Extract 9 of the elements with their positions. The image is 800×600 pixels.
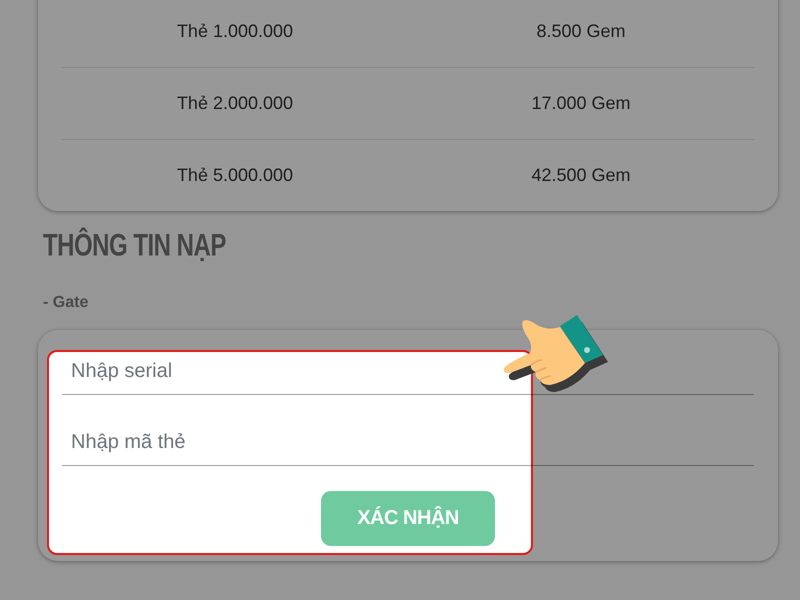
table-cell: 8.500 Gem	[536, 20, 626, 42]
input-field[interactable]: Nhập mã thẻ	[62, 420, 754, 466]
table-cell: 17.000 Gem	[531, 93, 631, 114]
table-cell: 42.500 Gem	[531, 165, 631, 186]
table-cell: Thẻ 2.000.000	[176, 93, 294, 114]
gate-label: - Gate	[43, 294, 88, 311]
table-cell: Thẻ 5.000.000	[176, 165, 294, 186]
submit-button[interactable]: XÁC NHẬN	[321, 491, 495, 546]
table-cell: Thẻ 1.000.000	[176, 20, 294, 42]
